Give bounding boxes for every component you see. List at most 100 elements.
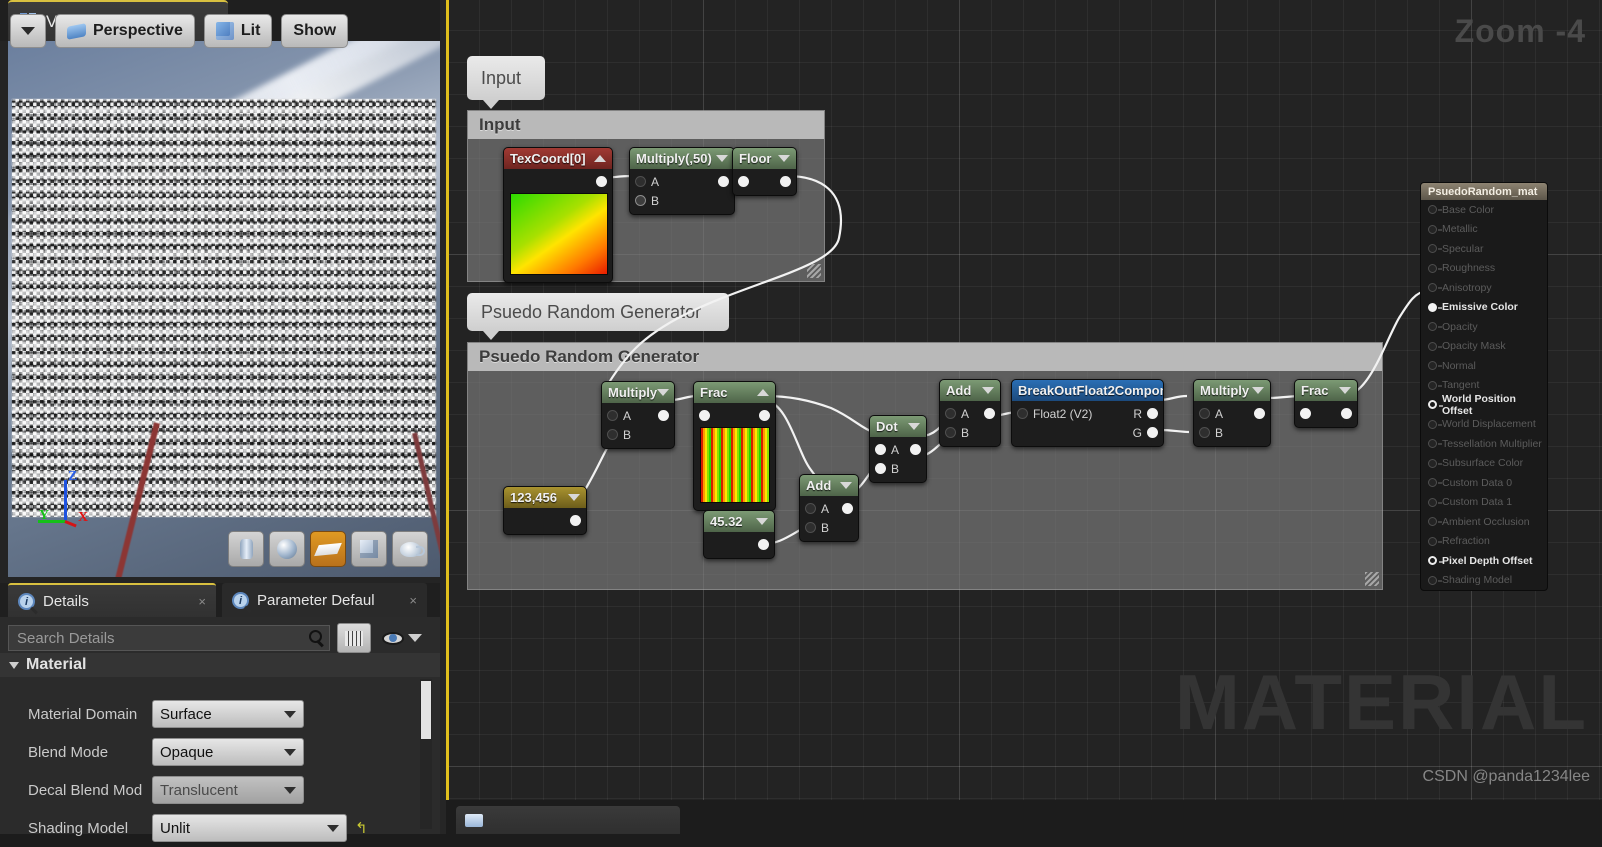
- material-graph-panel[interactable]: Zoom -4 MATERIAL CSDN @panda1234lee Inpu…: [446, 0, 1602, 800]
- material-domain-select[interactable]: Surface: [152, 700, 304, 728]
- pin-custom-data-0[interactable]: [1428, 478, 1437, 487]
- output-pin-r[interactable]: [1147, 408, 1158, 419]
- resize-handle[interactable]: [807, 264, 821, 278]
- node-multiply-50-header[interactable]: Multiply(,50): [630, 148, 734, 169]
- chevron-up-icon[interactable]: [594, 155, 606, 162]
- chevron-down-icon[interactable]: [657, 389, 669, 396]
- input-pin-a[interactable]: [1199, 408, 1210, 419]
- material-section-header[interactable]: Material: [0, 653, 440, 677]
- tab-parameter-defaults[interactable]: i Parameter Defaul ×: [222, 583, 427, 617]
- shape-cylinder-button[interactable]: [228, 531, 264, 567]
- input-pin[interactable]: [699, 410, 710, 421]
- input-pin-float2[interactable]: [1017, 408, 1028, 419]
- node-frac-1-header[interactable]: Frac: [694, 382, 775, 403]
- chevron-down-icon[interactable]: [1252, 387, 1264, 394]
- comment-bubble-input[interactable]: Input: [467, 56, 545, 100]
- node-multiply-50[interactable]: Multiply(,50) A B: [629, 147, 735, 215]
- input-pin-b[interactable]: [1199, 427, 1210, 438]
- pin-specular[interactable]: [1428, 244, 1437, 253]
- node-texcoord[interactable]: TexCoord[0]: [503, 147, 613, 283]
- pin-normal[interactable]: [1428, 361, 1437, 370]
- viewport-options-button[interactable]: [10, 14, 46, 48]
- input-pin-a[interactable]: [945, 408, 956, 419]
- perspective-button[interactable]: Perspective: [55, 14, 195, 48]
- pin-world-position-offset[interactable]: [1428, 400, 1437, 409]
- node-dot[interactable]: Dot A B: [869, 415, 927, 483]
- pin-anisotropy[interactable]: [1428, 283, 1437, 292]
- pin-roughness[interactable]: [1428, 264, 1437, 273]
- visibility-button[interactable]: [382, 632, 422, 645]
- input-pin-a[interactable]: [607, 410, 618, 421]
- pin-emissive-color[interactable]: [1428, 303, 1437, 312]
- node-constant-small[interactable]: 45.32: [703, 510, 775, 559]
- input-pin-b[interactable]: [875, 463, 886, 474]
- input-pin[interactable]: [1300, 408, 1311, 419]
- node-add-upper[interactable]: Add A B: [939, 379, 1001, 447]
- input-pin-b[interactable]: [805, 522, 816, 533]
- comment-bubble-prg[interactable]: Psuedo Random Generator: [467, 293, 729, 331]
- input-pin-a[interactable]: [875, 444, 886, 455]
- pin-ambient-occlusion[interactable]: [1428, 517, 1437, 526]
- shape-plane-button[interactable]: [310, 531, 346, 567]
- reset-to-default-icon[interactable]: ↰: [355, 819, 368, 837]
- output-pin[interactable]: [758, 539, 769, 550]
- node-frac-1[interactable]: Frac: [693, 381, 776, 511]
- node-constant-big[interactable]: 123,456: [503, 486, 587, 535]
- pin-tangent[interactable]: [1428, 381, 1437, 390]
- node-add-upper-header[interactable]: Add: [940, 380, 1000, 401]
- pin-pixel-depth-offset[interactable]: [1428, 556, 1437, 565]
- blend-mode-select[interactable]: Opaque: [152, 738, 304, 766]
- chevron-down-icon[interactable]: [778, 155, 790, 162]
- node-floor[interactable]: Floor: [732, 147, 797, 196]
- node-multiply-right-header[interactable]: Multiply: [1194, 380, 1270, 401]
- pin-subsurface-color[interactable]: [1428, 459, 1437, 468]
- node-add-lower-header[interactable]: Add: [800, 475, 858, 496]
- node-constant-big-header[interactable]: 123,456: [504, 487, 586, 508]
- node-material-output[interactable]: PsuedoRandom_mat Base Color Metallic Spe…: [1420, 182, 1548, 591]
- input-pin-b[interactable]: [635, 195, 646, 206]
- input-pin-a[interactable]: [635, 176, 646, 187]
- node-texcoord-header[interactable]: TexCoord[0]: [504, 148, 612, 169]
- output-pin[interactable]: [984, 408, 995, 419]
- pin-custom-data-1[interactable]: [1428, 498, 1437, 507]
- chevron-up-icon[interactable]: [757, 389, 769, 396]
- chevron-down-icon[interactable]: [908, 423, 920, 430]
- node-multiply[interactable]: Multiply A B: [601, 381, 675, 449]
- output-pin[interactable]: [570, 515, 581, 526]
- node-multiply-header[interactable]: Multiply: [602, 382, 674, 403]
- input-pin[interactable]: [738, 176, 749, 187]
- shading-model-select[interactable]: Unlit: [152, 814, 347, 842]
- details-scrollbar[interactable]: [420, 679, 432, 829]
- chevron-down-icon[interactable]: [756, 518, 768, 525]
- chevron-down-icon[interactable]: [1339, 387, 1351, 394]
- node-constant-small-header[interactable]: 45.32: [704, 511, 774, 532]
- pin-base-color[interactable]: [1428, 205, 1437, 214]
- chevron-down-icon[interactable]: [716, 155, 728, 162]
- output-pin[interactable]: [596, 176, 607, 187]
- scrollbar-thumb[interactable]: [421, 681, 431, 739]
- pin-refraction[interactable]: [1428, 537, 1437, 546]
- chevron-down-icon[interactable]: [840, 482, 852, 489]
- node-add-lower[interactable]: Add A B: [799, 474, 859, 542]
- show-button[interactable]: Show: [281, 14, 348, 48]
- output-pin[interactable]: [780, 176, 791, 187]
- node-dot-header[interactable]: Dot: [870, 416, 926, 437]
- node-frac-2-header[interactable]: Frac: [1295, 380, 1357, 401]
- node-frac-2[interactable]: Frac: [1294, 379, 1358, 428]
- resize-handle[interactable]: [1365, 572, 1379, 586]
- lit-button[interactable]: Lit: [204, 14, 273, 48]
- output-pin[interactable]: [1341, 408, 1352, 419]
- pin-shading-model[interactable]: [1428, 576, 1437, 585]
- output-pin[interactable]: [658, 410, 669, 421]
- input-pin-b[interactable]: [607, 429, 618, 440]
- close-icon[interactable]: ×: [409, 593, 417, 608]
- shape-cube-button[interactable]: [351, 531, 387, 567]
- bottom-tab[interactable]: [456, 806, 680, 834]
- chevron-down-icon[interactable]: [982, 387, 994, 394]
- output-pin[interactable]: [842, 503, 853, 514]
- pin-tessellation-multiplier[interactable]: [1428, 439, 1437, 448]
- pin-opacity[interactable]: [1428, 322, 1437, 331]
- grid-view-button[interactable]: [337, 623, 371, 653]
- node-breakout-float2[interactable]: BreakOutFloat2Components Float2 (V2) R G: [1011, 379, 1164, 447]
- output-pin[interactable]: [910, 444, 921, 455]
